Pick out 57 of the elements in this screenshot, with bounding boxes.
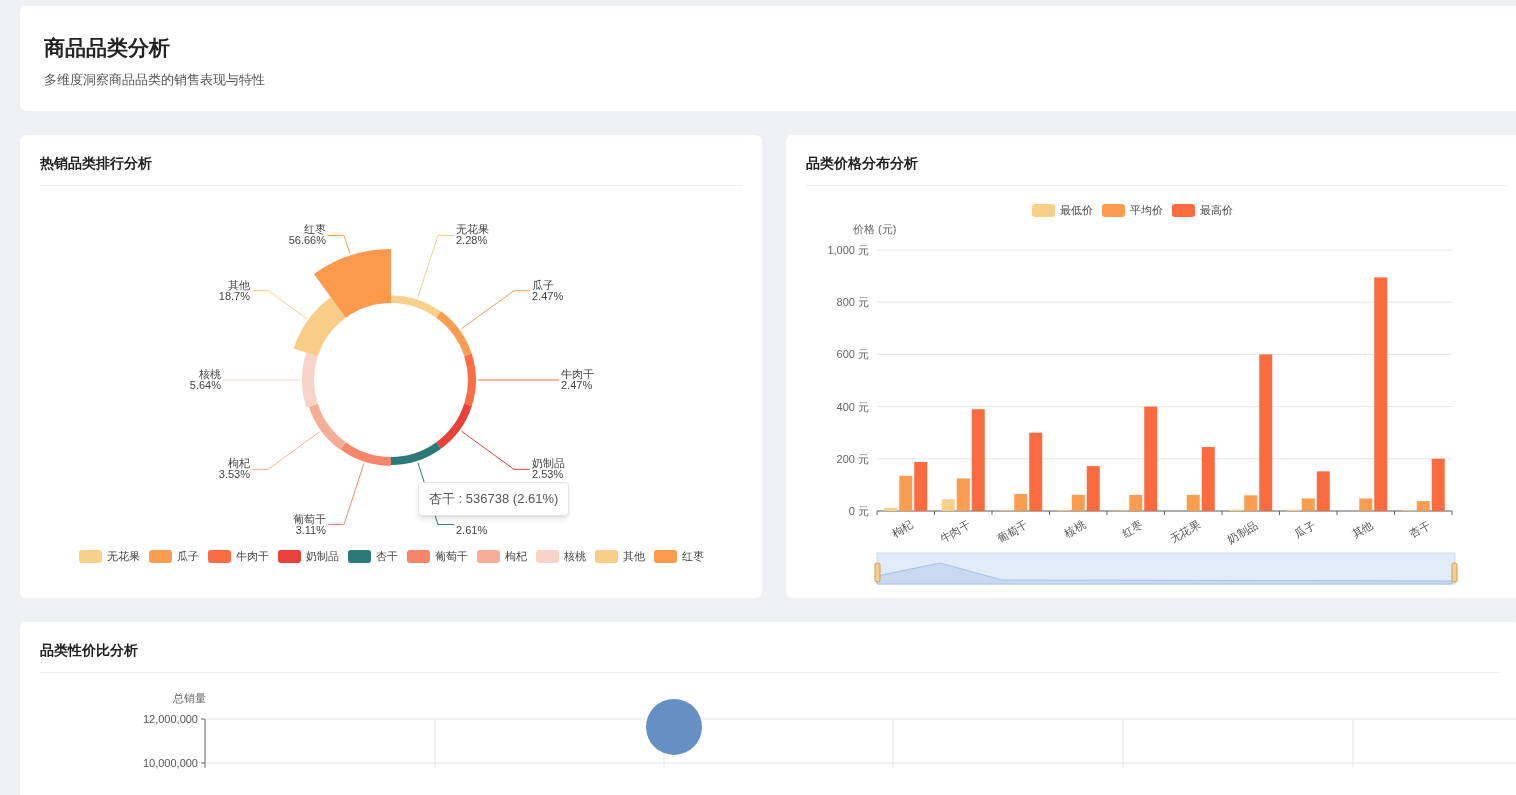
slice-percent: 2.47% — [561, 379, 593, 391]
slice-label: 葡萄干 — [293, 512, 327, 525]
slice-label: 红枣 — [304, 223, 327, 236]
legend-label[interactable]: 其他 — [622, 548, 645, 565]
card-title: 品类价格分布分析 — [806, 155, 918, 171]
slice-percent: 2.61% — [455, 523, 488, 536]
slice-label: 枸杞 — [228, 457, 251, 470]
slice-percent: 3.11% — [295, 523, 327, 536]
slice-label: 奶制品 — [531, 457, 565, 470]
axis-tick-label: 1,000 元 — [827, 243, 869, 256]
axis-category-label: 牛肉干 — [937, 517, 973, 545]
slice-label: 其他 — [228, 278, 251, 291]
legend-label[interactable]: 最低价 — [1059, 202, 1093, 219]
axis-category-label: 葡萄干 — [995, 517, 1030, 545]
axis-title: 价格 (元) — [853, 222, 897, 235]
axis-tick-label: 400 元 — [836, 400, 869, 413]
legend-label[interactable]: 瓜子 — [176, 548, 199, 565]
axis-tick-label: 800 元 — [836, 295, 869, 308]
slice-percent: 5.64% — [189, 379, 221, 391]
axis-category-label: 杏干 — [1407, 517, 1433, 540]
legend-label[interactable]: 葡萄干 — [434, 548, 468, 565]
axis-tick-label: 12,000,000 — [142, 713, 198, 725]
slice-label: 核桃 — [199, 368, 221, 380]
slice-percent: 2.28% — [455, 234, 488, 247]
axis-category-label: 核桃 — [1062, 517, 1088, 540]
axis-category-label: 无花果 — [1167, 517, 1203, 545]
legend-label[interactable]: 牛肉干 — [235, 548, 269, 565]
axis-category-label: 奶制品 — [1225, 517, 1260, 545]
chart-tooltip: 杏干 : 536738 (2.61%) — [418, 482, 570, 516]
axis-category-label: 其他 — [1349, 517, 1375, 540]
axis-title: 总销量 — [173, 692, 206, 704]
axis-category-label: 红枣 — [1119, 517, 1145, 540]
slice-percent: 2.47% — [531, 289, 564, 302]
axis-category-label: 枸杞 — [889, 517, 915, 540]
slice-label: 无花果 — [455, 223, 489, 236]
legend-label[interactable]: 红枣 — [681, 548, 704, 565]
legend-label[interactable]: 无花果 — [106, 548, 140, 565]
card-title: 品类性价比分析 — [40, 642, 138, 658]
legend-label[interactable]: 奶制品 — [305, 548, 339, 565]
axis-tick-label: 600 元 — [836, 347, 869, 360]
axis-tick-label: 200 元 — [836, 452, 869, 465]
page-subtitle: 多维度洞察商品品类的销售表现与特性 — [44, 71, 266, 89]
page-title: 商品品类分析 — [44, 37, 171, 59]
axis-tick-label: 10,000,000 — [142, 757, 198, 769]
legend-label[interactable]: 枸杞 — [504, 548, 527, 565]
slice-percent: 56.66% — [288, 234, 327, 247]
slice-percent: 3.53% — [218, 468, 251, 481]
legend-label[interactable]: 核桃 — [563, 548, 586, 565]
card-title: 热销品类排行分析 — [40, 155, 152, 171]
legend-label[interactable]: 杏干 — [375, 548, 398, 565]
slice-label: 瓜子 — [531, 278, 554, 291]
slice-percent: 2.53% — [531, 468, 564, 481]
legend-label[interactable]: 最高价 — [1199, 202, 1233, 219]
slice-label: 牛肉干 — [561, 368, 594, 380]
axis-category-label: 瓜子 — [1292, 517, 1318, 540]
legend-label[interactable]: 平均价 — [1129, 202, 1163, 219]
axis-tick-label: 0 元 — [848, 504, 869, 517]
